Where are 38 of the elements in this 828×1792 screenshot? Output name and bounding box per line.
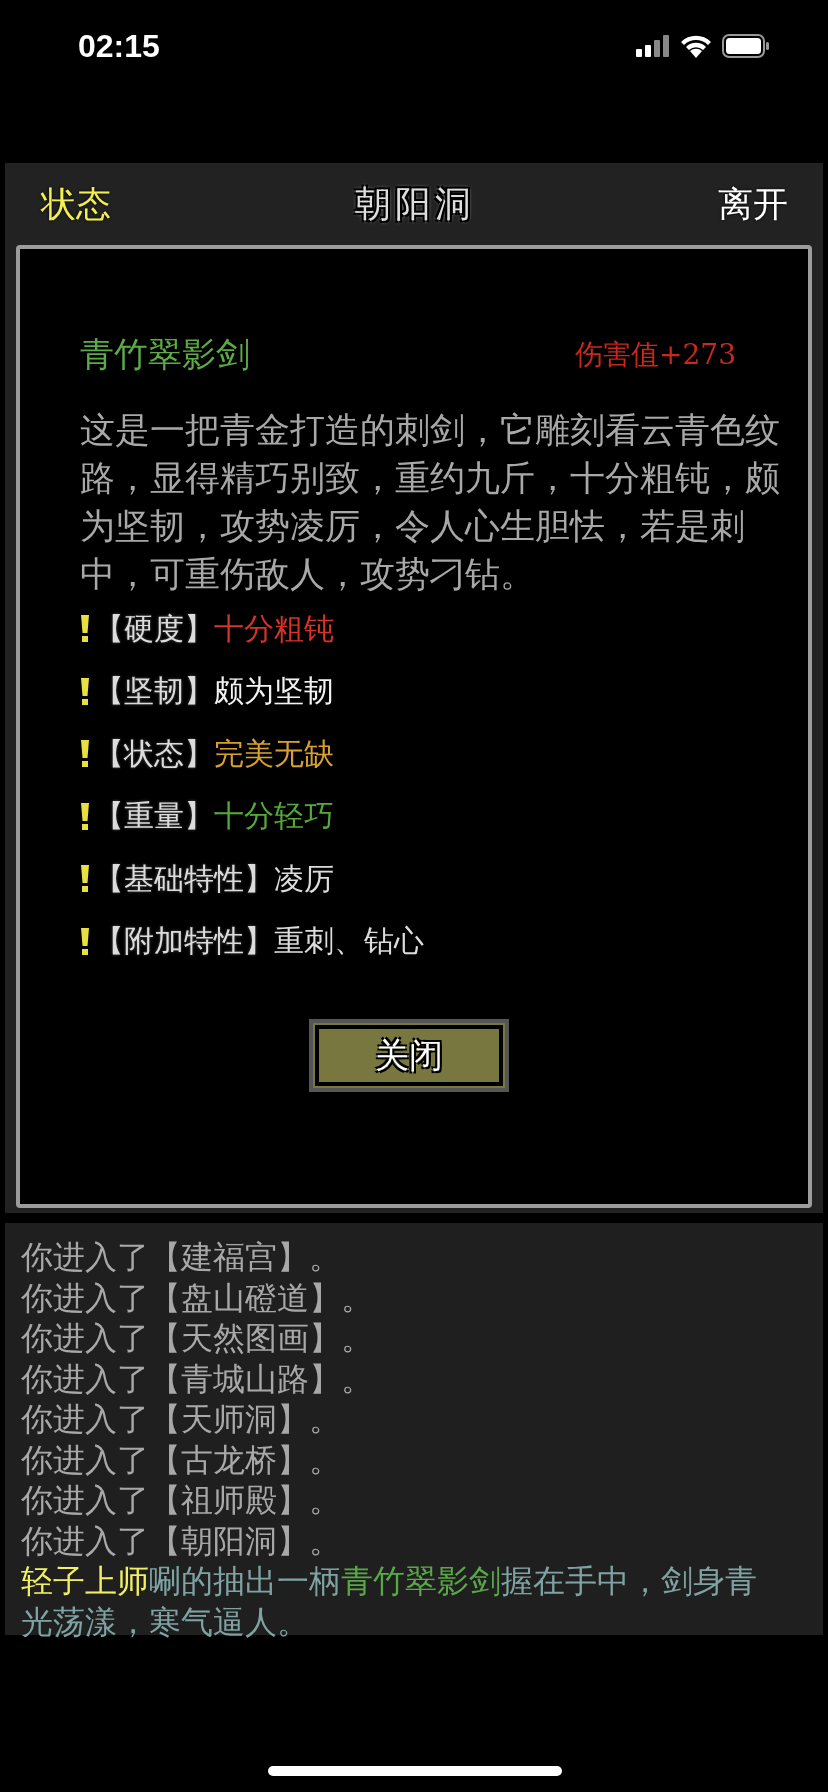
log-message: 你进入了【祖师殿】。 (21, 1481, 342, 1520)
log-message: 你进入了【朝阳洞】。 (21, 1521, 342, 1561)
leave-link[interactable]: 离开 (718, 180, 788, 228)
exclamation-icon (80, 927, 90, 956)
log-message: 你进入了【古龙桥】。 (21, 1440, 342, 1480)
attribute-value: 完美无缺 (214, 734, 334, 773)
location-title: 朝阳洞 (354, 181, 475, 226)
attribute-value: 十分轻巧 (214, 797, 334, 836)
wifi-icon (680, 34, 712, 58)
attribute-label: 【硬度】 (94, 609, 214, 648)
exclamation-icon (80, 677, 90, 706)
log-message: 轻子上师唰的抽出一柄青竹翠影剑握在手中，剑身青光荡漾，寒气逼人。 (21, 1562, 758, 1642)
attribute-label: 【重量】 (94, 797, 214, 836)
log-message: 你进入了【建福宫】。 (21, 1238, 342, 1277)
close-button[interactable]: 关闭 (309, 1019, 509, 1092)
attribute-value: 凌厉 (274, 859, 334, 898)
attribute-label: 【基础特性】 (94, 859, 274, 898)
exclamation-icon (80, 802, 90, 831)
log-message: 你进入了【盘山磴道】。 (21, 1278, 374, 1318)
log-message: 你进入了【天师洞】。 (21, 1400, 342, 1439)
attribute-value: 重刺、钻心 (274, 922, 424, 961)
attribute-label: 【状态】 (94, 734, 214, 773)
log-message: 你进入了【青城山路】。 (21, 1359, 374, 1399)
exclamation-icon (80, 740, 90, 769)
status-link[interactable]: 状态 (41, 180, 111, 228)
attribute-value: 十分粗钝 (214, 609, 334, 648)
exclamation-icon (80, 615, 90, 644)
status-time: 02:15 (78, 27, 160, 65)
exclamation-icon (80, 865, 90, 894)
attribute-label: 【附加特性】 (94, 922, 274, 961)
damage-value: 伤害值+273 (575, 337, 736, 373)
attribute-label: 【坚韧】 (94, 672, 214, 711)
battery-icon (722, 34, 770, 58)
signal-icon (636, 35, 670, 57)
item-name: 青竹翠影剑 (80, 333, 250, 376)
attribute-value: 颇为坚韧 (214, 672, 334, 711)
log-message: 你进入了【天然图画】。 (21, 1319, 374, 1358)
item-description: 这是一把青金打造的刺剑，它雕刻看云青色纹路，显得精巧别致，重约九斤，十分粗钝，颇为坚韧，攻势凌厉，令人心生胆怯，若是刺中，可重伤敌人，攻势刁钻。 (80, 409, 780, 596)
